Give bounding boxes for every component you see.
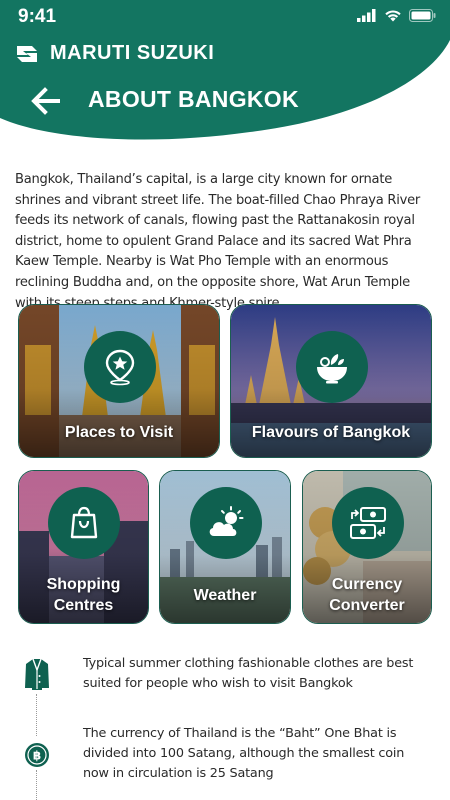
shopping-label-line1: Shopping [46, 576, 121, 593]
info-text-currency: The currency of Thailand is the “Baht” O… [83, 726, 405, 781]
salad-bowl-icon [317, 354, 347, 384]
signal-icon [357, 9, 376, 22]
currency-label: Currency Converter [303, 574, 431, 616]
wifi-icon [385, 10, 401, 22]
status-bar: 9:41 [0, 0, 450, 34]
shopping-centres-card[interactable]: Shopping Centres [18, 470, 149, 624]
currency-exchange-icon [350, 507, 386, 539]
arrow-left-icon [31, 87, 60, 115]
jacket-icon [25, 658, 49, 690]
page-title: ABOUT BANGKOK [88, 86, 299, 112]
shopping-bag-icon [70, 506, 98, 539]
currency-badge [332, 487, 404, 559]
status-icons [357, 9, 436, 22]
weather-card[interactable]: Weather [159, 470, 291, 624]
currency-label-line2: Converter [329, 597, 405, 614]
brand: MARUTI SUZUKI [14, 42, 214, 65]
flavours-card[interactable]: Flavours of Bangkok [230, 304, 432, 458]
baht-coin-icon: ฿ [25, 743, 49, 767]
timeline-connector [36, 770, 38, 800]
back-button[interactable] [30, 86, 62, 116]
map-pin-star-icon [105, 349, 135, 386]
places-label: Places to Visit [64, 424, 174, 441]
brand-name: MARUTI SUZUKI [50, 42, 215, 64]
places-badge [84, 331, 156, 403]
flavours-badge [296, 331, 368, 403]
intro-paragraph: Bangkok, Thailand’s capital, is a large … [15, 172, 421, 311]
weather-label: Weather [193, 587, 257, 604]
header: 9:41 MARUTI SUZUKI ABOUT BANGKOK [0, 0, 450, 160]
currency-label-line1: Currency [331, 576, 403, 593]
shopping-label: Shopping Centres [19, 574, 148, 616]
shopping-badge [48, 487, 120, 559]
sun-cloud-icon [209, 506, 244, 536]
svg-text:฿: ฿ [33, 749, 41, 763]
status-time: 9:41 [18, 6, 57, 27]
weather-badge [190, 487, 262, 559]
info-text-clothing: Typical summer clothing fashionable clot… [83, 656, 414, 691]
shopping-label-line2: Centres [53, 597, 114, 614]
suzuki-logo-icon [17, 45, 37, 62]
battery-icon [409, 9, 436, 22]
flavours-label: Flavours of Bangkok [251, 424, 411, 441]
timeline-connector [36, 694, 38, 736]
places-to-visit-card[interactable]: Places to Visit [18, 304, 220, 458]
currency-converter-card[interactable]: Currency Converter [302, 470, 432, 624]
